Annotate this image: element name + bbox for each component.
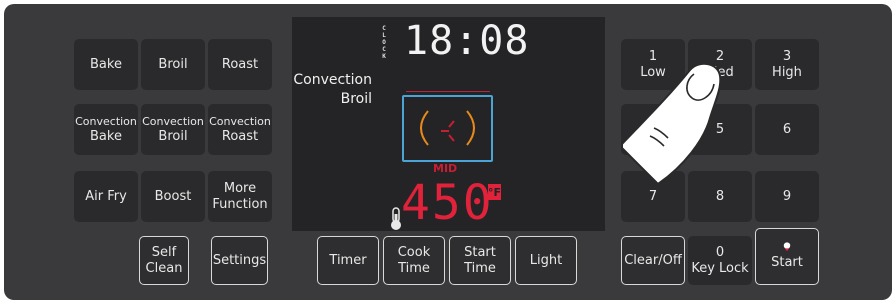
clock-letter: C xyxy=(382,46,386,53)
more-function-label-line2: Function xyxy=(212,196,268,212)
key-lock-number: 0 xyxy=(715,244,725,260)
start-label: Start xyxy=(771,255,803,270)
clear-off-button[interactable]: Clear/Off xyxy=(621,236,685,285)
convection-bake-label-line2: Bake xyxy=(90,128,122,144)
start-time-label-line2: Time xyxy=(464,260,496,276)
more-function-label-line1: More xyxy=(223,180,257,196)
key-lock-label: Key Lock xyxy=(691,260,749,276)
start-indicator-icon xyxy=(783,242,791,252)
key-lock-button[interactable]: 0 Key Lock xyxy=(688,236,752,285)
clock-label: C L O C K xyxy=(380,25,388,60)
keypad-6-label: 6 xyxy=(782,121,792,137)
oven-cavity-indicator xyxy=(402,95,493,162)
start-button[interactable]: Start xyxy=(755,228,819,285)
broil-button[interactable]: Broil xyxy=(141,39,205,90)
clock-letter: L xyxy=(382,32,386,39)
broil-level-indicator: MID xyxy=(433,162,458,175)
air-fry-label: Air Fry xyxy=(85,188,127,204)
light-label: Light xyxy=(529,252,563,268)
oven-control-panel: Bake Broil Roast Convection Bake Convect… xyxy=(4,4,892,300)
keypad-3-number: 3 xyxy=(782,48,792,64)
convection-bake-label-line1: Convection xyxy=(75,114,137,128)
keypad-3-label: High xyxy=(772,64,802,80)
keypad-7-label: 7 xyxy=(648,188,658,204)
convection-roast-label-line2: Roast xyxy=(221,128,259,144)
light-button[interactable]: Light xyxy=(515,236,577,285)
temperature-readout: 450 xyxy=(401,175,494,231)
start-time-label-line1: Start xyxy=(464,244,496,260)
broil-label: Broil xyxy=(158,56,188,72)
air-fry-button[interactable]: Air Fry xyxy=(74,171,138,222)
clear-off-label: Clear/Off xyxy=(624,252,682,268)
self-clean-button[interactable]: Self Clean xyxy=(139,236,189,285)
boost-button[interactable]: Boost xyxy=(141,171,205,222)
heating-element-indicator xyxy=(406,91,490,92)
cook-time-label-line2: Time xyxy=(398,260,430,276)
clock-letter: K xyxy=(382,53,386,60)
self-clean-label-line1: Self xyxy=(151,244,177,260)
keypad-9-button[interactable]: 9 xyxy=(755,171,819,222)
keypad-9-label: 9 xyxy=(782,188,792,204)
keypad-8-label: 8 xyxy=(715,188,725,204)
start-time-button[interactable]: Start Time xyxy=(449,236,511,285)
oven-display: C L O C K 18:08 Convection Broil MID 450… xyxy=(292,17,605,231)
settings-label: Settings xyxy=(212,252,267,268)
keypad-3-high-button[interactable]: 3 High xyxy=(755,39,819,90)
self-clean-label-line2: Clean xyxy=(145,260,183,276)
mode-line2: Broil xyxy=(340,91,372,107)
cook-time-button[interactable]: Cook Time xyxy=(383,236,445,285)
clock-letter: C xyxy=(382,25,386,32)
clock-time: 18:08 xyxy=(404,18,530,64)
convection-roast-button[interactable]: Convection Roast xyxy=(208,104,272,155)
finger-pointer-icon xyxy=(621,62,722,186)
roast-button[interactable]: Roast xyxy=(208,39,272,90)
more-function-button[interactable]: More Function xyxy=(208,171,272,222)
roast-label: Roast xyxy=(221,56,259,72)
mode-line1: Convection xyxy=(293,72,372,88)
mode-indicator: Convection Broil xyxy=(292,71,372,109)
bake-label: Bake xyxy=(90,56,122,72)
temperature-unit: °F xyxy=(488,184,502,200)
keypad-6-button[interactable]: 6 xyxy=(755,104,819,155)
boost-label: Boost xyxy=(154,188,192,204)
convection-fan-icon xyxy=(420,110,475,146)
convection-broil-label-line2: Broil xyxy=(158,128,188,144)
clock-letter: O xyxy=(382,39,386,46)
settings-button[interactable]: Settings xyxy=(211,236,268,285)
convection-roast-label-line1: Convection xyxy=(209,114,271,128)
convection-broil-button[interactable]: Convection Broil xyxy=(141,104,205,155)
cook-time-label-line1: Cook xyxy=(397,244,431,260)
timer-button[interactable]: Timer xyxy=(317,236,379,285)
convection-broil-label-line1: Convection xyxy=(142,114,204,128)
convection-bake-button[interactable]: Convection Bake xyxy=(74,104,138,155)
bake-button[interactable]: Bake xyxy=(74,39,138,90)
timer-label: Timer xyxy=(329,252,367,268)
